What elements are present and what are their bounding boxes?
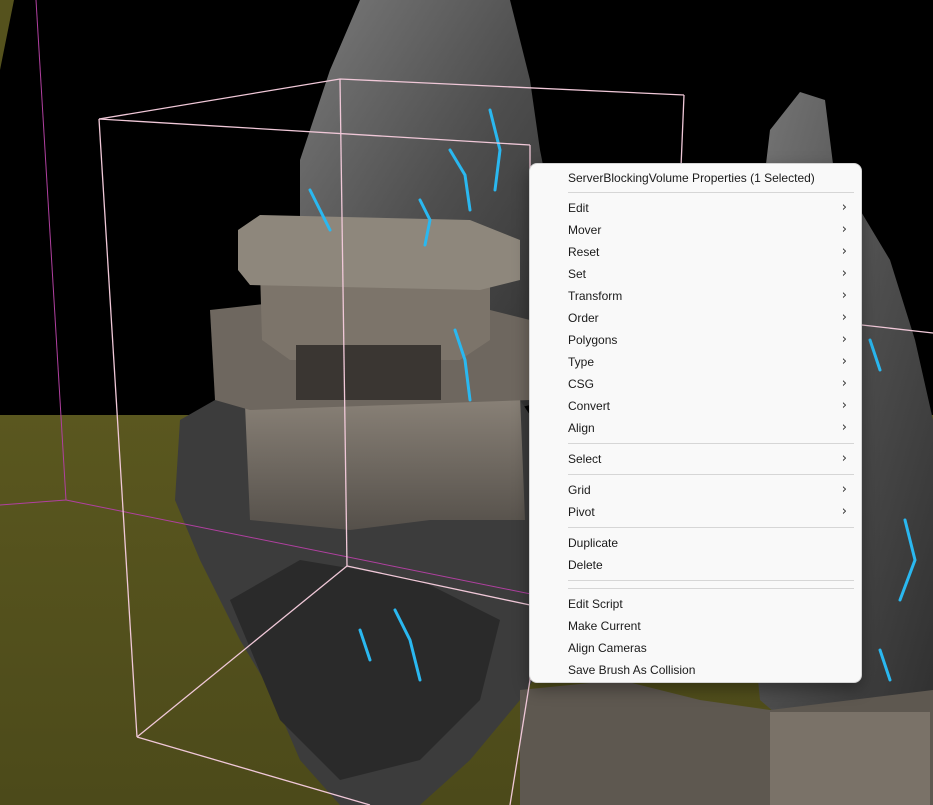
menu-item-label: Mover xyxy=(568,223,602,237)
menu-item-label: Edit Script xyxy=(568,597,623,611)
menu-item-label: Align xyxy=(568,421,595,435)
chevron-right-icon: › xyxy=(841,451,847,466)
menu-item-make-current[interactable]: Make Current xyxy=(534,615,857,637)
chevron-right-icon: › xyxy=(841,504,847,519)
menu-item-label: Transform xyxy=(568,289,623,303)
chevron-right-icon: › xyxy=(841,482,847,497)
menu-separator xyxy=(568,192,854,193)
menu-item-edit[interactable]: Edit › xyxy=(534,197,857,219)
menu-item-label: Grid xyxy=(568,483,591,497)
menu-item-label: Align Cameras xyxy=(568,641,647,655)
menu-item-select[interactable]: Select › xyxy=(534,448,857,470)
chevron-right-icon: › xyxy=(841,222,847,237)
menu-item-label: Reset xyxy=(568,245,600,259)
menu-separator xyxy=(568,443,854,444)
menu-item-label: CSG xyxy=(568,377,595,391)
chevron-right-icon: › xyxy=(841,332,847,347)
context-menu: ServerBlockingVolume Properties (1 Selec… xyxy=(529,163,862,683)
menu-separator xyxy=(568,588,854,589)
context-menu-header: ServerBlockingVolume Properties (1 Selec… xyxy=(568,171,815,185)
menu-item-grid[interactable]: Grid › xyxy=(534,479,857,501)
menu-item-label: Type xyxy=(568,355,595,369)
menu-separator xyxy=(568,580,854,581)
menu-item-label: Pivot xyxy=(568,505,595,519)
menu-item-set[interactable]: Set › xyxy=(534,263,857,285)
castle-block-right xyxy=(770,712,930,805)
menu-item-save-brush-as-collision[interactable]: Save Brush As Collision xyxy=(534,659,857,681)
menu-item-label: Convert xyxy=(568,399,611,413)
menu-item-csg[interactable]: CSG › xyxy=(534,373,857,395)
menu-item-label: Save Brush As Collision xyxy=(568,663,696,677)
chevron-right-icon: › xyxy=(841,266,847,281)
castle-lower-wall xyxy=(245,395,525,530)
menu-item-transform[interactable]: Transform › xyxy=(534,285,857,307)
chevron-right-icon: › xyxy=(841,244,847,259)
menu-item-label: Make Current xyxy=(568,619,641,633)
menu-item-edit-script[interactable]: Edit Script xyxy=(534,593,857,615)
menu-item-convert[interactable]: Convert › xyxy=(534,395,857,417)
chevron-right-icon: › xyxy=(841,288,847,303)
menu-item-align-cameras[interactable]: Align Cameras xyxy=(534,637,857,659)
menu-item-label: Edit xyxy=(568,201,589,215)
menu-item-polygons[interactable]: Polygons › xyxy=(534,329,857,351)
chevron-right-icon: › xyxy=(841,310,847,325)
menu-item-mover[interactable]: Mover › xyxy=(534,219,857,241)
menu-item-label: Polygons xyxy=(568,333,618,347)
castle-battlement xyxy=(238,215,520,290)
menu-item-delete[interactable]: Delete xyxy=(534,554,857,576)
menu-item-reset[interactable]: Reset › xyxy=(534,241,857,263)
menu-item-label: Set xyxy=(568,267,587,281)
menu-item-label: Delete xyxy=(568,558,603,572)
menu-item-type[interactable]: Type › xyxy=(534,351,857,373)
menu-item-order[interactable]: Order › xyxy=(534,307,857,329)
menu-separator xyxy=(568,474,854,475)
menu-separator xyxy=(568,527,854,528)
chevron-right-icon: › xyxy=(841,200,847,215)
menu-item-label: Order xyxy=(568,311,599,325)
menu-item-label: Duplicate xyxy=(568,536,619,550)
chevron-right-icon: › xyxy=(841,420,847,435)
menu-item-pivot[interactable]: Pivot › xyxy=(534,501,857,523)
chevron-right-icon: › xyxy=(841,398,847,413)
menu-item-align[interactable]: Align › xyxy=(534,417,857,439)
chevron-right-icon: › xyxy=(841,376,847,391)
castle-dark-band xyxy=(296,345,441,400)
menu-item-duplicate[interactable]: Duplicate xyxy=(534,532,857,554)
menu-item-label: Select xyxy=(568,452,602,466)
chevron-right-icon: › xyxy=(841,354,847,369)
